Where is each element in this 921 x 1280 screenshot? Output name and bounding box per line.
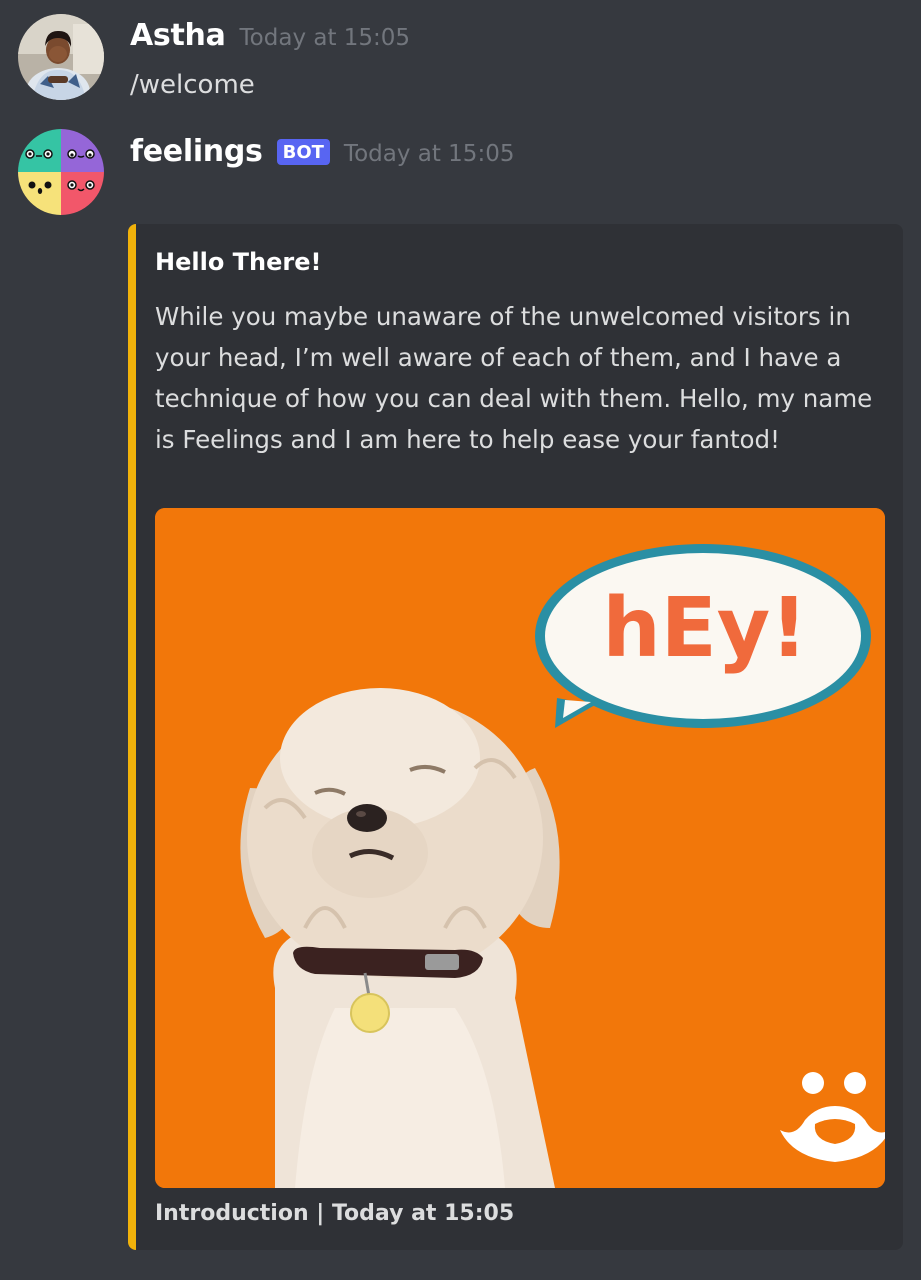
username[interactable]: Astha bbox=[130, 18, 226, 53]
message-timestamp[interactable]: Today at 15:05 bbox=[240, 25, 411, 51]
dog-hey-gif-image: hEy! bbox=[155, 508, 885, 1188]
chat-message-list: Astha Today at 15:05 /welcome feelings B… bbox=[0, 0, 921, 1280]
embed-footer: Introduction | Today at 15:05 bbox=[155, 1201, 515, 1226]
message-header: feelings BOT Today at 15:05 bbox=[130, 134, 514, 169]
message-embed: Hello There! While you maybe unaware of … bbox=[128, 224, 903, 1250]
speech-bubble: hEy! bbox=[535, 544, 871, 728]
bot-avatar-feelings[interactable] bbox=[18, 129, 104, 215]
message-header: Astha Today at 15:05 bbox=[130, 18, 410, 53]
message-content: /welcome bbox=[130, 70, 255, 100]
embed-description: While you maybe unaware of the unwelcome… bbox=[155, 302, 873, 454]
bot-badge: BOT bbox=[276, 139, 330, 165]
embed-image[interactable]: hEy! bbox=[155, 508, 885, 1188]
speech-bubble-text: hEy! bbox=[602, 581, 807, 676]
message-timestamp[interactable]: Today at 15:05 bbox=[344, 141, 515, 167]
embed-title: Hello There! bbox=[155, 248, 322, 276]
username[interactable]: feelings bbox=[130, 134, 263, 169]
feelings-faces-icon bbox=[18, 129, 104, 215]
user-photo-icon bbox=[18, 14, 104, 100]
user-avatar-astha[interactable] bbox=[18, 14, 104, 100]
